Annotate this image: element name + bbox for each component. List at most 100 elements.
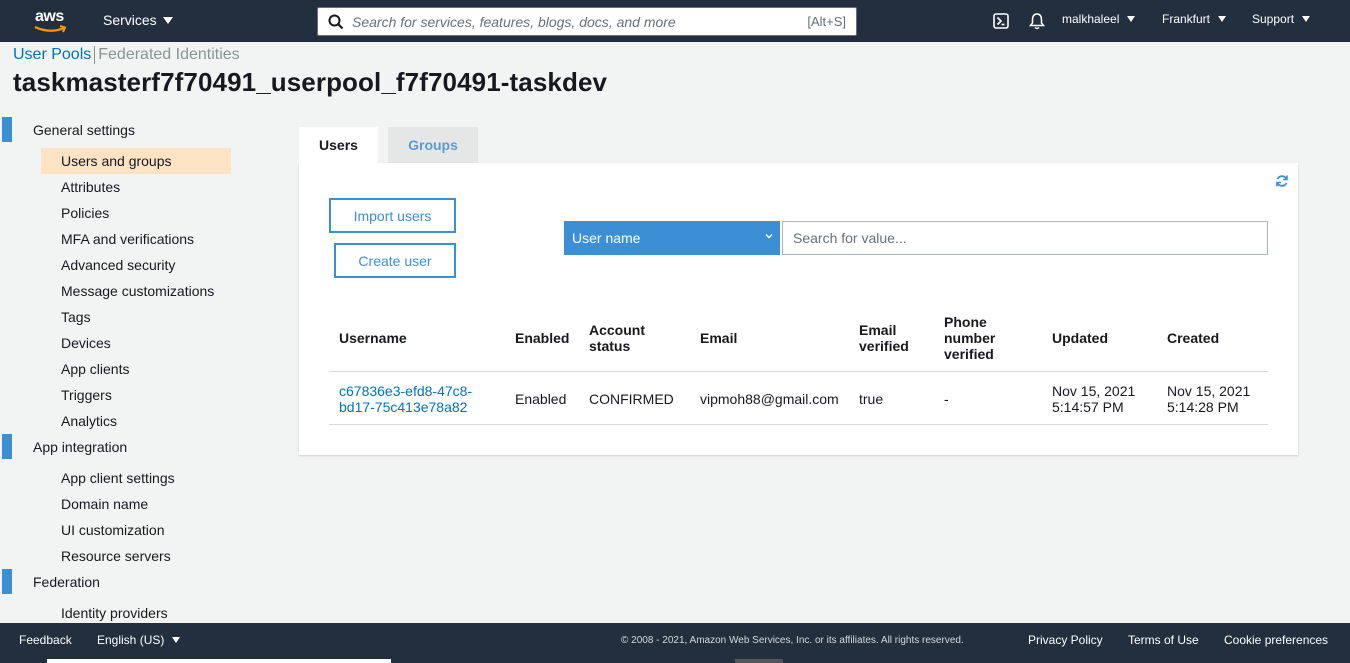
- caret-down-icon: [1127, 16, 1136, 22]
- sidebar-item-advanced-security[interactable]: Advanced security: [0, 252, 240, 278]
- sidebar-item-tags[interactable]: Tags: [0, 304, 240, 330]
- aws-logo-text: aws: [35, 8, 64, 25]
- region-menu[interactable]: Frankfurt: [1162, 12, 1227, 26]
- sidebar-item-resource-servers[interactable]: Resource servers: [0, 543, 240, 569]
- header-text: verified: [944, 346, 994, 362]
- section-indicator: [2, 569, 12, 594]
- sidebar-section-general-settings[interactable]: General settings: [0, 117, 240, 143]
- terms-of-use-link[interactable]: Terms of Use: [1128, 633, 1199, 647]
- sidebar-item-analytics[interactable]: Analytics: [0, 408, 240, 434]
- sidebar-item-policies[interactable]: Policies: [0, 200, 240, 226]
- strip-segment: [47, 659, 391, 663]
- sidebar-item-attributes[interactable]: Attributes: [0, 174, 240, 200]
- caret-down-icon: [162, 16, 173, 24]
- section-label: App integration: [33, 439, 128, 455]
- aws-logo[interactable]: aws: [32, 8, 72, 36]
- page-title: taskmasterf7f70491_userpool_f7f70491-tas…: [13, 67, 608, 97]
- user-pools-link[interactable]: User Pools: [13, 46, 91, 64]
- header-text: number: [944, 330, 996, 346]
- header-email[interactable]: Email: [700, 330, 737, 346]
- breadcrumb: User Pools Federated Identities: [13, 46, 240, 64]
- search-value-input[interactable]: [782, 221, 1268, 255]
- section-label: General settings: [33, 122, 135, 138]
- smile-icon: [34, 25, 67, 33]
- sidebar-section-app-integration[interactable]: App integration: [0, 434, 240, 460]
- username-link[interactable]: c67836e3-efd8-47c8- bd17-75c413e78a82: [339, 383, 472, 415]
- sidebar-item-app-client-settings[interactable]: App client settings: [0, 465, 240, 491]
- import-users-button[interactable]: Import users: [329, 198, 456, 233]
- cell-email-verified: true: [859, 391, 884, 407]
- search-bar[interactable]: [Alt+S]: [317, 7, 857, 36]
- header-text: Phone: [944, 314, 987, 330]
- tab-users[interactable]: Users: [299, 127, 378, 163]
- services-menu[interactable]: Services: [103, 12, 173, 28]
- sidebar: General settings Users and groups Attrib…: [0, 117, 240, 626]
- privacy-policy-link[interactable]: Privacy Policy: [1028, 633, 1103, 647]
- federated-identities-link[interactable]: Federated Identities: [98, 46, 239, 64]
- services-label: Services: [103, 12, 157, 28]
- header-email-verified[interactable]: Email verified: [859, 322, 909, 354]
- account-name: malkhaleel: [1062, 12, 1120, 26]
- create-user-button[interactable]: Create user: [334, 243, 456, 278]
- breadcrumb-divider: [94, 46, 96, 64]
- chevron-down-icon: [765, 234, 773, 239]
- username-text: bd17-75c413e78a82: [339, 399, 468, 415]
- date-text: Nov 15, 2021: [1167, 383, 1251, 399]
- username-text: c67836e3-efd8-47c8-: [339, 383, 473, 399]
- cell-updated: Nov 15, 2021 5:14:57 PM: [1052, 383, 1135, 415]
- caret-down-icon: [172, 637, 181, 643]
- sidebar-item-ui-customization[interactable]: UI customization: [0, 517, 240, 543]
- support-menu[interactable]: Support: [1252, 12, 1311, 26]
- language-selector[interactable]: English (US): [97, 633, 181, 647]
- section-label: Federation: [33, 574, 100, 590]
- caret-down-icon: [1302, 16, 1311, 22]
- search-input[interactable]: [344, 13, 808, 30]
- header-updated[interactable]: Updated: [1052, 330, 1108, 346]
- sidebar-item-message-customizations[interactable]: Message customizations: [0, 278, 240, 304]
- table-row: c67836e3-efd8-47c8- bd17-75c413e78a82 En…: [329, 372, 1268, 425]
- support-label: Support: [1252, 12, 1295, 26]
- users-table: Username Enabled Account status Email Em…: [329, 311, 1268, 425]
- sidebar-item-triggers[interactable]: Triggers: [0, 382, 240, 408]
- cookie-preferences-link[interactable]: Cookie preferences: [1224, 633, 1328, 647]
- tab-groups[interactable]: Groups: [388, 127, 478, 163]
- sidebar-item-mfa[interactable]: MFA and verifications: [0, 226, 240, 252]
- sidebar-section-federation[interactable]: Federation: [0, 569, 240, 595]
- account-menu[interactable]: malkhaleel: [1062, 12, 1136, 26]
- cell-created: Nov 15, 2021 5:14:28 PM: [1167, 383, 1250, 415]
- region-name: Frankfurt: [1162, 12, 1211, 26]
- sidebar-item-users-and-groups[interactable]: Users and groups: [41, 148, 231, 174]
- header-enabled[interactable]: Enabled: [515, 330, 569, 346]
- cell-email: vipmoh88@gmail.com: [700, 391, 839, 407]
- footer: Feedback English (US) © 2008 - 2021, Ama…: [0, 623, 1350, 657]
- top-navigation: aws Services [Alt+S] malkhaleel Frankfur…: [0, 0, 1350, 42]
- header-text: Email: [859, 322, 897, 338]
- header-account-status[interactable]: Account status: [589, 322, 645, 354]
- feedback-link[interactable]: Feedback: [19, 633, 72, 647]
- time-text: 5:14:57 PM: [1052, 399, 1124, 415]
- header-text: status: [589, 338, 631, 354]
- sidebar-item-app-clients[interactable]: App clients: [0, 356, 240, 382]
- header-text: Account: [589, 322, 645, 338]
- date-text: Nov 15, 2021: [1052, 383, 1136, 399]
- search-icon: [328, 14, 344, 29]
- header-phone-verified[interactable]: Phone number verified: [944, 314, 995, 362]
- header-username[interactable]: Username: [339, 330, 407, 346]
- section-indicator: [2, 117, 12, 142]
- caret-down-icon: [1218, 16, 1227, 22]
- cloudshell-icon[interactable]: [993, 13, 1009, 29]
- refresh-icon[interactable]: [1275, 174, 1289, 188]
- header-text: verified: [859, 338, 909, 354]
- time-text: 5:14:28 PM: [1167, 399, 1239, 415]
- cell-status: CONFIRMED: [589, 391, 674, 407]
- section-indicator: [2, 434, 12, 459]
- bottom-strip: [0, 657, 1350, 663]
- header-created[interactable]: Created: [1167, 330, 1219, 346]
- users-panel: Import users Create user User name Usern…: [299, 163, 1298, 455]
- attribute-select[interactable]: User name: [564, 221, 780, 255]
- sidebar-item-domain-name[interactable]: Domain name: [0, 491, 240, 517]
- bell-icon[interactable]: [1029, 12, 1045, 30]
- table-header: Username Enabled Account status Email Em…: [329, 311, 1268, 372]
- attribute-select-value: User name: [572, 230, 641, 246]
- sidebar-item-devices[interactable]: Devices: [0, 330, 240, 356]
